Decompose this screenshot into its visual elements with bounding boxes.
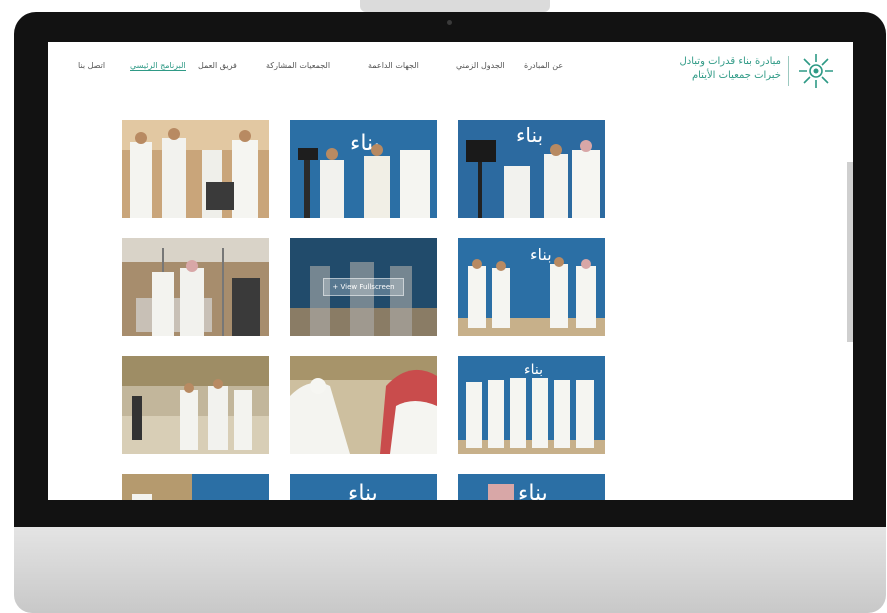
gallery-photo[interactable] bbox=[122, 238, 269, 336]
gallery-photo[interactable] bbox=[122, 120, 269, 218]
webcam-icon bbox=[447, 20, 452, 25]
gallery-photo[interactable]: بناء bbox=[458, 474, 605, 500]
gallery-photo[interactable]: بناء bbox=[458, 120, 605, 218]
gallery-photo[interactable]: بناء bbox=[290, 474, 437, 500]
gallery-photo[interactable] bbox=[122, 474, 269, 500]
nav-item-team[interactable]: فريق العمل bbox=[198, 61, 237, 70]
gallery-photo[interactable] bbox=[122, 356, 269, 454]
fullscreen-overlay: + View Fullscreen bbox=[290, 238, 437, 336]
browser-viewport: اتصل بنا البرنامج الرئيسي فريق العمل الج… bbox=[48, 42, 853, 500]
logo-text-line2: خبرات جمعيات الأيتام bbox=[691, 70, 781, 81]
nav-item-contact[interactable]: اتصل بنا bbox=[78, 61, 105, 70]
logo-text-line1: مبادرة بناء قدرات وتبادل bbox=[679, 56, 781, 67]
top-navigation: اتصل بنا البرنامج الرئيسي فريق العمل الج… bbox=[48, 42, 853, 98]
gallery-photo[interactable]: بناء bbox=[290, 120, 437, 218]
logo-emblem-icon bbox=[799, 54, 833, 88]
gallery-photo[interactable]: بناء bbox=[458, 356, 605, 454]
nav-item-participating[interactable]: الجمعيات المشاركة bbox=[266, 61, 330, 70]
svg-text:بناء: بناء bbox=[518, 481, 548, 500]
logo-divider bbox=[788, 56, 789, 86]
gallery-photo[interactable]: + View Fullscreen bbox=[290, 238, 437, 336]
site-logo[interactable]: مبادرة بناء قدرات وتبادل خبرات جمعيات ال… bbox=[655, 50, 835, 92]
nav-item-schedule[interactable]: الجدول الزمني bbox=[456, 61, 505, 70]
svg-text:بناء: بناء bbox=[516, 123, 543, 147]
svg-text:بناء: بناء bbox=[348, 481, 378, 500]
view-fullscreen-button[interactable]: + View Fullscreen bbox=[323, 278, 404, 296]
svg-text:بناء: بناء bbox=[524, 362, 543, 378]
screen-glare bbox=[360, 0, 550, 12]
nav-item-supporters[interactable]: الجهات الداعمة bbox=[368, 61, 419, 70]
gallery-photo[interactable]: بناء bbox=[458, 238, 605, 336]
nav-item-main-program[interactable]: البرنامج الرئيسي bbox=[130, 61, 186, 71]
gallery-photo[interactable] bbox=[290, 356, 437, 454]
svg-text:بناء: بناء bbox=[530, 245, 552, 264]
bezel-bottom bbox=[14, 500, 886, 530]
vertical-scrollbar[interactable] bbox=[847, 162, 853, 342]
monitor-chin bbox=[14, 527, 886, 613]
nav-item-about[interactable]: عن المبادرة bbox=[524, 61, 563, 70]
